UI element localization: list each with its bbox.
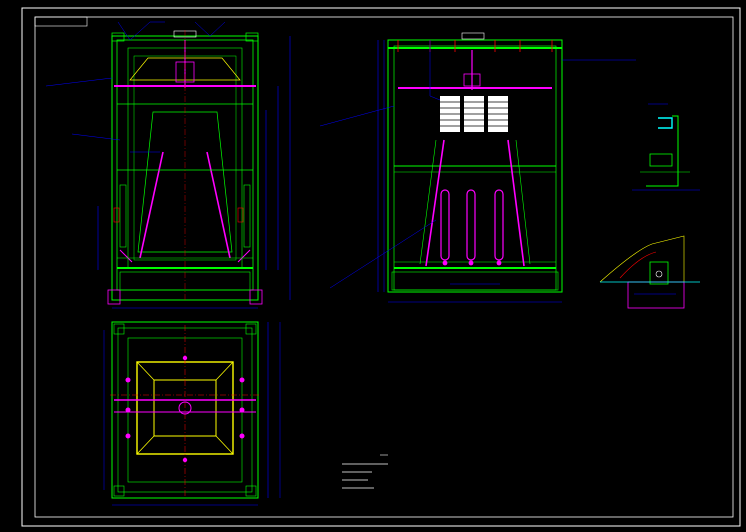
cad-drawing-sheet <box>0 0 746 532</box>
